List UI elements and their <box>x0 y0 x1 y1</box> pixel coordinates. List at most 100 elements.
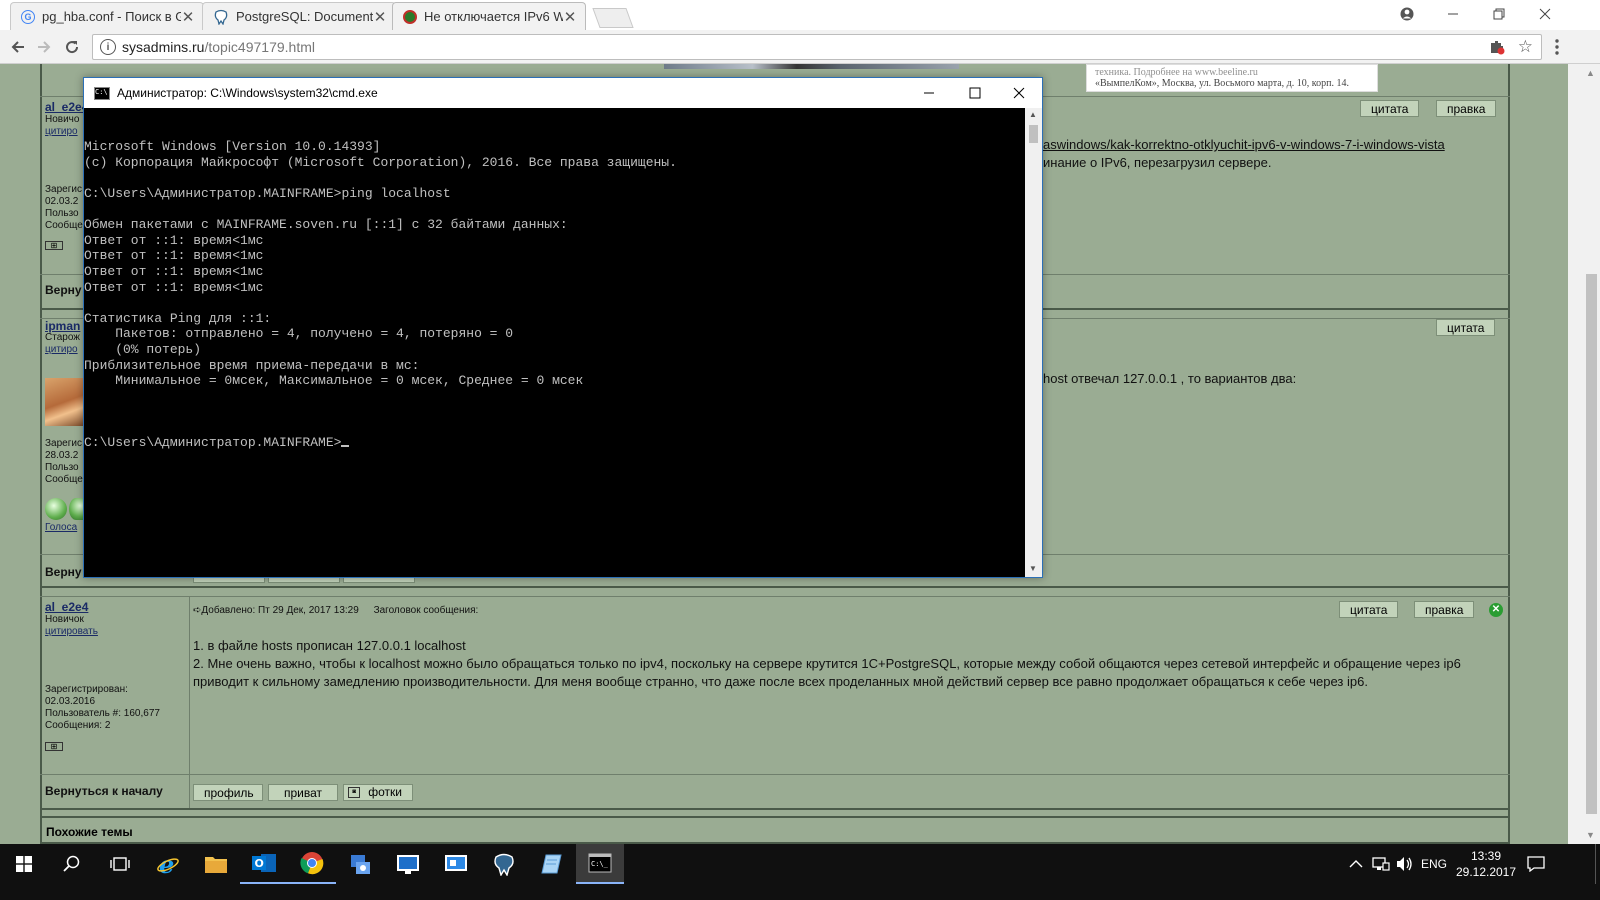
user-profile-icon[interactable] <box>1384 0 1430 28</box>
show-hidden-icons-icon[interactable] <box>1349 844 1363 884</box>
cmd-titlebar[interactable]: C:\ Администратор: C:\Windows\system32\c… <box>84 78 1042 108</box>
close-icon[interactable]: ✕ <box>563 8 577 26</box>
photos-button[interactable]: ◙ фотки <box>343 784 413 801</box>
search-icon[interactable] <box>48 844 96 884</box>
scroll-down-icon[interactable]: ▼ <box>1586 830 1595 840</box>
vote-up-icon[interactable] <box>45 498 67 520</box>
profile-button[interactable]: профиль <box>193 784 263 801</box>
back-to-top-link[interactable]: Вернуться к началу <box>45 784 163 798</box>
page-scrollbar[interactable]: ▲ ▼ <box>1568 64 1600 844</box>
bookmark-star-icon[interactable]: ☆ <box>1518 37 1533 57</box>
outlook-icon[interactable]: O <box>240 844 288 884</box>
chrome-icon[interactable] <box>288 844 336 884</box>
volume-icon[interactable] <box>1396 844 1414 884</box>
close-icon[interactable]: ✕ <box>373 8 387 26</box>
similar-topics-panel: Похожие темы <box>40 816 1510 844</box>
windows-start-icon[interactable] <box>0 844 48 884</box>
quote-user-link[interactable]: цитиро <box>45 344 78 356</box>
back-to-top-link[interactable]: Верну <box>45 565 82 579</box>
edit-button[interactable]: правка <box>1414 601 1475 618</box>
network-icon[interactable] <box>1372 844 1390 884</box>
cmd-window-title: Администратор: C:\Windows\system32\cmd.e… <box>117 86 378 100</box>
show-desktop-button[interactable] <box>1595 844 1600 884</box>
camera-icon: ◙ <box>348 787 361 798</box>
console-line: Обмен пакетами с MAINFRAME.soven.ru [::1… <box>84 217 568 233</box>
scrollbar-thumb[interactable] <box>1586 274 1597 814</box>
back-arrow-icon[interactable] <box>6 36 30 58</box>
profile-toggle-icon[interactable]: ⊞ <box>45 241 63 250</box>
tab-google-search[interactable]: G pg_hba.conf - Поиск в G ✕ <box>10 2 204 30</box>
address-bar[interactable]: i sysadmins.ru/topic497179.html ☆ <box>92 34 1542 60</box>
quote-button[interactable]: цитата <box>1360 100 1420 117</box>
tab-postgresql-docs[interactable]: PostgreSQL: Documentat ✕ <box>202 2 396 30</box>
site-info-icon[interactable]: i <box>100 39 116 55</box>
close-icon[interactable] <box>996 78 1042 108</box>
chrome-menu-icon[interactable] <box>1551 37 1563 57</box>
post-author[interactable]: al_e2e4 <box>45 600 88 614</box>
post-author[interactable]: al_e2e4 <box>45 100 88 114</box>
google-icon: G <box>21 9 35 24</box>
cmd-window[interactable]: C:\ Администратор: C:\Windows\system32\c… <box>83 77 1043 578</box>
cmd-taskbar-icon[interactable]: C:\_ <box>576 844 624 884</box>
votes-link[interactable]: Голоса <box>45 522 77 534</box>
close-icon[interactable]: ✕ <box>181 8 195 26</box>
clock-time: 13:39 <box>1470 849 1502 863</box>
console-line: Microsoft Windows [Version 10.0.14393] <box>84 139 381 155</box>
server-manager-icon[interactable] <box>432 844 480 884</box>
console-output[interactable]: Microsoft Windows [Version 10.0.14393] (c… <box>84 108 1025 577</box>
clock[interactable]: 13:39 29.12.2017 <box>1456 844 1516 884</box>
reload-icon[interactable] <box>60 36 84 58</box>
registered-date: 02.03.2 <box>45 196 79 207</box>
scroll-down-icon[interactable]: ▼ <box>1029 564 1037 573</box>
forward-arrow-icon[interactable] <box>32 36 56 58</box>
tab-sysadmins-ipv6[interactable]: Не отключается IPv6 Wi ✕ <box>392 2 586 30</box>
new-tab-button[interactable] <box>592 8 634 28</box>
extension-icon[interactable] <box>1489 39 1505 58</box>
messages-label: Сообще <box>45 220 83 231</box>
post-text: инание о IPv6, перезагрузил сервере. <box>1043 155 1272 170</box>
url-text[interactable]: sysadmins.ru/topic497179.html <box>122 39 315 55</box>
post-link[interactable]: aswindows/kak-korrektno-otklyuchit-ipv6-… <box>1043 136 1445 154</box>
scrollbar-thumb[interactable] <box>1029 125 1038 143</box>
delete-post-icon[interactable]: ✕ <box>1489 603 1503 617</box>
console-line: Минимальное = 0мсек, Максимальное = 0 мс… <box>84 373 584 389</box>
user-rank: Старож <box>45 332 80 343</box>
quote-button[interactable]: цитата <box>1339 601 1399 618</box>
quote-user-link[interactable]: цитировать <box>45 626 98 638</box>
quote-button[interactable]: цитата <box>1436 319 1496 336</box>
post-author[interactable]: ipman <box>45 319 80 333</box>
remote-desktop-icon[interactable] <box>384 844 432 884</box>
user-number: Пользователь #: 160,677 <box>45 708 160 719</box>
pm-button[interactable]: приват <box>268 784 338 801</box>
edit-button[interactable]: правка <box>1436 100 1497 117</box>
svg-text:C:\_: C:\_ <box>591 860 609 868</box>
avatar[interactable] <box>45 378 83 426</box>
pgadmin-elephant-icon[interactable] <box>480 844 528 884</box>
minimize-icon[interactable] <box>1430 0 1476 28</box>
close-window-icon[interactable] <box>1522 0 1568 28</box>
action-center-icon[interactable] <box>1527 844 1545 884</box>
maximize-icon[interactable] <box>952 78 998 108</box>
back-to-top-link[interactable]: Верну <box>45 283 82 297</box>
user-rank: Новичо <box>45 114 80 125</box>
console-line: Ответ от ::1: время<1мс <box>84 248 264 264</box>
scroll-up-icon[interactable]: ▲ <box>1586 68 1595 78</box>
quote-user-link[interactable]: цитиро <box>45 126 78 138</box>
network-admin-icon[interactable] <box>336 844 384 884</box>
minimize-icon[interactable] <box>906 78 952 108</box>
internet-explorer-icon[interactable]: e <box>144 844 192 884</box>
console-scrollbar[interactable]: ▲ ▼ <box>1025 108 1042 577</box>
notepad-icon[interactable] <box>528 844 576 884</box>
registered-label: Зарегис <box>45 184 82 195</box>
post-meta: ➪Добавлено: Пт 29 Дек, 2017 13:29 Заголо… <box>193 605 478 617</box>
console-line: (c) Корпорация Майкрософт (Microsoft Cor… <box>84 154 677 170</box>
task-view-icon[interactable] <box>96 844 144 884</box>
restore-icon[interactable] <box>1476 0 1522 28</box>
input-language[interactable]: ENG <box>1421 844 1447 884</box>
profile-toggle-icon[interactable]: ⊞ <box>45 742 63 751</box>
file-explorer-icon[interactable] <box>192 844 240 884</box>
scroll-up-icon[interactable]: ▲ <box>1029 110 1037 119</box>
vote-down-icon[interactable] <box>69 498 83 520</box>
browser-tab-bar: G pg_hba.conf - Поиск в G ✕ PostgreSQL: … <box>0 0 1600 30</box>
